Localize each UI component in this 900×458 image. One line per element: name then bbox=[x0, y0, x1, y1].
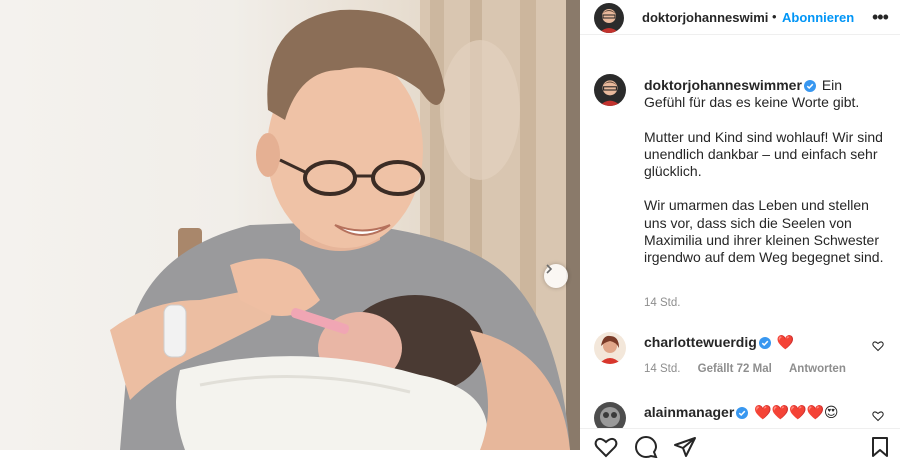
caption-line-3: Wir umarmen das Leben und stellen uns vo… bbox=[644, 197, 884, 266]
comment-timestamp[interactable]: 14 Std. bbox=[644, 363, 680, 375]
caption-username-link[interactable]: doktorjohanneswimmer bbox=[644, 77, 802, 93]
author-avatar[interactable] bbox=[594, 3, 624, 33]
comment-meta: 14 Std. Gefällt 72 Mal Antworten bbox=[644, 363, 860, 375]
post-photo[interactable] bbox=[0, 0, 580, 450]
commenter-avatar[interactable] bbox=[594, 332, 626, 364]
caption-line-2: Mutter und Kind sind wohlauf! Wir sind u… bbox=[644, 128, 883, 180]
verified-badge-icon bbox=[736, 407, 749, 419]
instagram-post-view: doktorjohanneswimi • Abonnieren ••• dokt… bbox=[0, 0, 900, 458]
commenter-username-link[interactable]: charlottewuerdig bbox=[644, 334, 757, 350]
photo-illustration bbox=[110, 0, 580, 450]
follow-button[interactable]: Abonnieren bbox=[782, 10, 854, 25]
chevron-right-icon bbox=[546, 264, 553, 274]
comment-body: alainmanager ❤️❤️❤️❤️😍 bbox=[644, 404, 838, 421]
post-caption: doktorjohanneswimmer Ein Gefühl für das … bbox=[644, 77, 884, 284]
separator-dot: • bbox=[772, 9, 777, 24]
comment-likes-count[interactable]: Gefällt 72 Mal bbox=[698, 363, 772, 375]
caption-author-avatar[interactable] bbox=[594, 74, 626, 106]
post-action-bar bbox=[580, 428, 900, 458]
post-side-panel: doktorjohanneswimi • Abonnieren ••• dokt… bbox=[580, 0, 900, 458]
carousel-next-button[interactable] bbox=[544, 264, 568, 288]
more-options-icon[interactable]: ••• bbox=[872, 8, 889, 26]
comment-icon[interactable] bbox=[634, 436, 658, 458]
caption-timestamp[interactable]: 14 Std. bbox=[644, 297, 680, 309]
comment-text: ❤️ bbox=[776, 334, 795, 350]
comment-text: ❤️❤️❤️❤️😍 bbox=[754, 404, 839, 420]
avatar-image bbox=[594, 332, 626, 364]
heart-outline-icon[interactable] bbox=[872, 410, 884, 422]
commenter-username-link[interactable]: alainmanager bbox=[644, 404, 734, 420]
heart-outline-icon[interactable] bbox=[872, 340, 884, 352]
share-icon[interactable] bbox=[673, 436, 697, 458]
avatar-image bbox=[594, 3, 624, 33]
author-username-link[interactable]: doktorjohanneswimi bbox=[642, 10, 768, 25]
post-header: doktorjohanneswimi • Abonnieren ••• bbox=[580, 0, 900, 35]
avatar-image bbox=[594, 74, 626, 106]
bookmark-icon[interactable] bbox=[870, 436, 890, 458]
reply-button[interactable]: Antworten bbox=[789, 363, 846, 375]
heart-outline-icon[interactable] bbox=[594, 436, 618, 458]
verified-badge-icon bbox=[758, 337, 771, 349]
comment-body: charlottewuerdig ❤️ bbox=[644, 334, 794, 351]
verified-badge-icon bbox=[803, 80, 816, 92]
